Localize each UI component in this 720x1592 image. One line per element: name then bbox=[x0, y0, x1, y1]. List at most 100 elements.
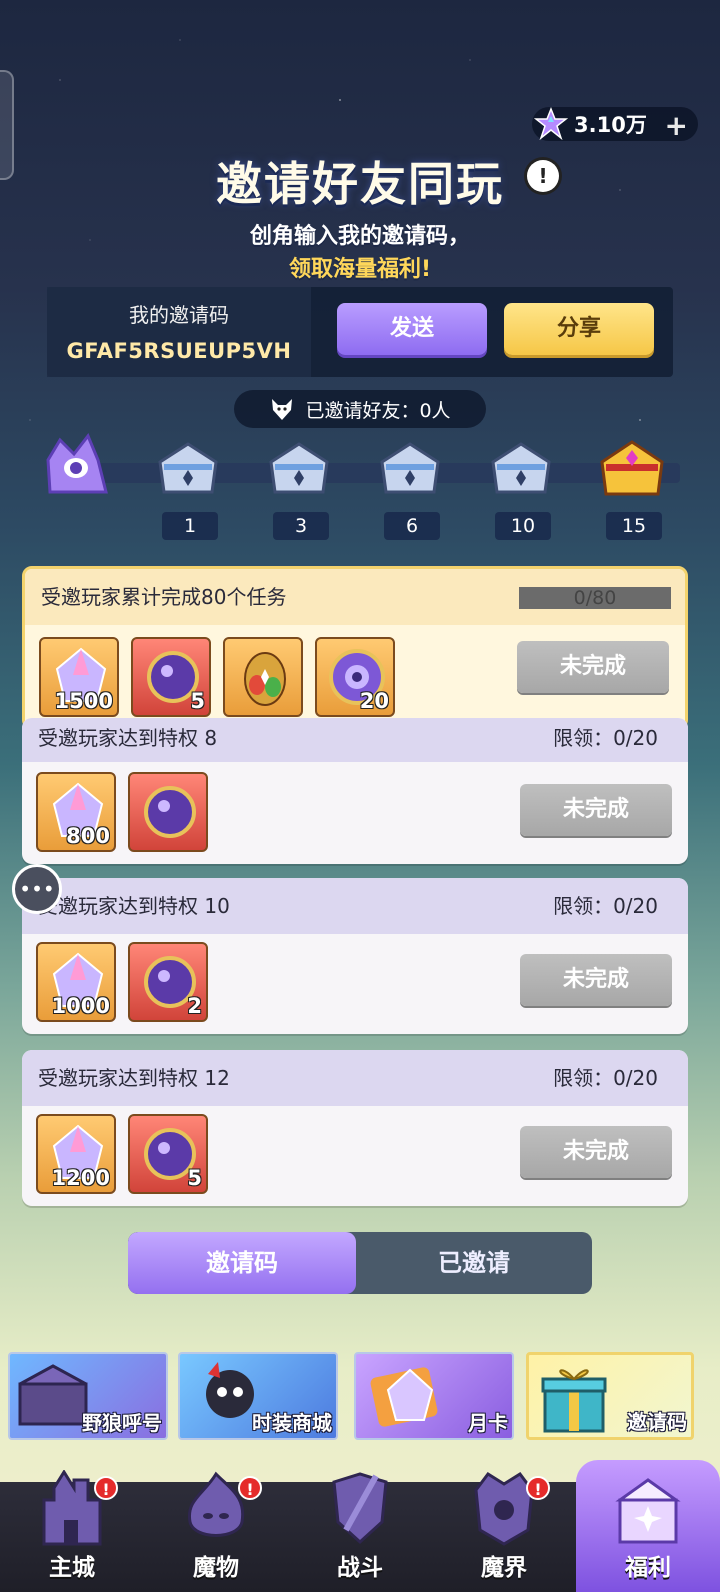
reward-item[interactable] bbox=[223, 637, 303, 717]
promo-invite-code[interactable]: 邀请码 bbox=[526, 1352, 694, 1440]
reward-qty: 20 bbox=[359, 689, 389, 713]
page-title-wrap: 邀请好友同玩 bbox=[0, 148, 720, 214]
task-status-button[interactable]: 未完成 bbox=[517, 641, 669, 693]
reward-item[interactable]: 2 bbox=[128, 942, 208, 1022]
promo-wolf-call[interactable]: 野狼呼号 bbox=[8, 1352, 168, 1440]
intro-line-1: 创角输入我的邀请码， bbox=[249, 224, 470, 249]
purple-monster-avatar-icon bbox=[46, 433, 108, 494]
send-button[interactable]: 发送 bbox=[337, 303, 487, 355]
milestone-label: 10 bbox=[495, 512, 551, 540]
milestone-label: 6 bbox=[384, 512, 440, 540]
reward-item[interactable]: 5 bbox=[131, 637, 211, 717]
intro-line-2: 领取海量福利! bbox=[288, 257, 432, 282]
task-status-button[interactable]: 未完成 bbox=[520, 784, 672, 836]
task-card: 受邀玩家达到特权 8 限领：0/20 800 未完成 bbox=[22, 718, 688, 864]
gold-chest-icon bbox=[600, 440, 664, 496]
nav-item-demon-realm[interactable]: ! 魔界 bbox=[432, 1471, 576, 1592]
gift-box-icon bbox=[541, 1369, 607, 1433]
nav-label: 魔界 bbox=[481, 1555, 527, 1581]
promo-label: 野狼呼号 bbox=[82, 1411, 162, 1435]
invited-count-text: 已邀请好友：0人 bbox=[305, 399, 451, 422]
promo-label: 时装商城 bbox=[252, 1411, 332, 1435]
task-header: 受邀玩家达到特权 8 限领：0/20 bbox=[22, 718, 688, 762]
task-progress-bar: 0/80 bbox=[519, 587, 671, 609]
share-button[interactable]: 分享 bbox=[504, 303, 654, 355]
task-title: 受邀玩家达到特权 12 bbox=[38, 1066, 230, 1090]
task-progress-text: 限领：0/20 bbox=[553, 894, 658, 918]
task-progress-text: 0/80 bbox=[573, 587, 617, 609]
task-status-button[interactable]: 未完成 bbox=[520, 954, 672, 1006]
cosmic-orb-icon bbox=[144, 786, 196, 838]
reward-qty: 1000 bbox=[51, 994, 110, 1018]
reward-item[interactable] bbox=[128, 772, 208, 852]
promo-monthly-card[interactable]: 月卡 bbox=[354, 1352, 514, 1440]
nav-item-welfare[interactable]: 福利 bbox=[576, 1460, 720, 1592]
egg-icon bbox=[244, 652, 286, 706]
tab-switcher: 邀请码 已邀请 bbox=[128, 1232, 592, 1294]
crystal-card-icon bbox=[370, 1367, 438, 1427]
silver-chest-icon bbox=[269, 442, 329, 494]
page-title: 邀请好友同玩 bbox=[216, 157, 504, 211]
reward-qty: 1500 bbox=[54, 689, 113, 713]
bottom-nav: ! 主城 ! 魔物 战斗 ! 魔界 福利 bbox=[0, 1460, 720, 1592]
task-title: 受邀玩家达到特权 10 bbox=[38, 894, 230, 918]
milestone-label: 1 bbox=[162, 512, 218, 540]
nav-item-battle[interactable]: 战斗 bbox=[288, 1472, 432, 1592]
silver-chest-icon bbox=[491, 442, 551, 494]
add-currency-button[interactable]: + bbox=[665, 109, 688, 142]
task-title: 受邀玩家累计完成80个任务 bbox=[41, 585, 287, 609]
nav-label: 魔物 bbox=[193, 1555, 239, 1581]
reward-qty: 1200 bbox=[51, 1166, 110, 1190]
nav-label: 战斗 bbox=[337, 1555, 383, 1581]
task-header: 受邀玩家达到特权 12 限领：0/20 bbox=[22, 1050, 688, 1106]
invite-code-box: 我的邀请码 GFAF5RSUEUP5VH bbox=[47, 287, 311, 377]
invite-code-panel: 我的邀请码 GFAF5RSUEUP5VH 发送 分享 bbox=[47, 287, 673, 377]
task-card: 受邀玩家累计完成80个任务 0/80 1500 5 20 未完成 bbox=[22, 566, 688, 730]
reward-qty: 5 bbox=[187, 1166, 202, 1190]
milestone-label: 3 bbox=[273, 512, 329, 540]
reward-item[interactable]: 20 bbox=[315, 637, 395, 717]
task-progress-text: 限领：0/20 bbox=[553, 726, 658, 750]
reward-item[interactable]: 800 bbox=[36, 772, 116, 852]
invited-count-pill: 已邀请好友：0人 bbox=[234, 390, 486, 428]
reward-qty: 800 bbox=[66, 824, 110, 848]
invite-code-label: 我的邀请码 bbox=[129, 303, 229, 327]
reward-item[interactable]: 5 bbox=[128, 1114, 208, 1194]
welfare-chest-icon bbox=[615, 1478, 681, 1544]
task-card: 受邀玩家达到特权 12 限领：0/20 1200 5 未完成 bbox=[22, 1050, 688, 1206]
task-status-button[interactable]: 未完成 bbox=[520, 1126, 672, 1178]
tab-invited[interactable]: 已邀请 bbox=[356, 1232, 592, 1294]
silver-chest-icon bbox=[158, 442, 218, 494]
promo-label: 邀请码 bbox=[627, 1410, 687, 1434]
chat-bubble-button[interactable]: ••• bbox=[12, 864, 62, 914]
alert-badge: ! bbox=[238, 1476, 262, 1500]
reward-qty: 5 bbox=[190, 689, 205, 713]
invite-code-value: GFAF5RSUEUP5VH bbox=[66, 339, 292, 363]
task-title: 受邀玩家达到特权 8 bbox=[38, 726, 218, 750]
alert-badge: ! bbox=[526, 1476, 550, 1500]
reward-item[interactable]: 1500 bbox=[39, 637, 119, 717]
tab-invite-code[interactable]: 邀请码 bbox=[128, 1232, 356, 1294]
info-button[interactable]: ! bbox=[527, 160, 559, 192]
cat-icon bbox=[272, 399, 293, 420]
task-header: 受邀玩家累计完成80个任务 0/80 bbox=[25, 569, 685, 625]
task-card: 受邀玩家达到特权 10 限领：0/20 1000 2 未完成 bbox=[22, 878, 688, 1034]
chat-icon: ••• bbox=[19, 877, 55, 901]
task-progress-text: 限领：0/20 bbox=[553, 1066, 658, 1090]
alert-badge: ! bbox=[94, 1476, 118, 1500]
reward-item[interactable]: 1000 bbox=[36, 942, 116, 1022]
promo-fashion-shop[interactable]: 时装商城 bbox=[178, 1352, 338, 1440]
promo-label: 月卡 bbox=[468, 1411, 508, 1435]
nav-label: 主城 bbox=[49, 1555, 95, 1581]
silver-chest-icon bbox=[380, 442, 440, 494]
task-header: 受邀玩家达到特权 10 限领：0/20 bbox=[22, 878, 688, 934]
reward-qty: 2 bbox=[187, 994, 202, 1018]
reward-item[interactable]: 1200 bbox=[36, 1114, 116, 1194]
nav-item-main-city[interactable]: ! 主城 bbox=[0, 1470, 144, 1592]
nav-item-monsters[interactable]: ! 魔物 bbox=[144, 1471, 288, 1592]
star-gem-icon bbox=[534, 107, 568, 141]
currency-display: 3.10万 + bbox=[532, 107, 698, 142]
nav-label: 福利 bbox=[625, 1555, 671, 1581]
currency-amount: 3.10万 bbox=[574, 113, 647, 137]
shield-sword-icon bbox=[332, 1472, 388, 1545]
